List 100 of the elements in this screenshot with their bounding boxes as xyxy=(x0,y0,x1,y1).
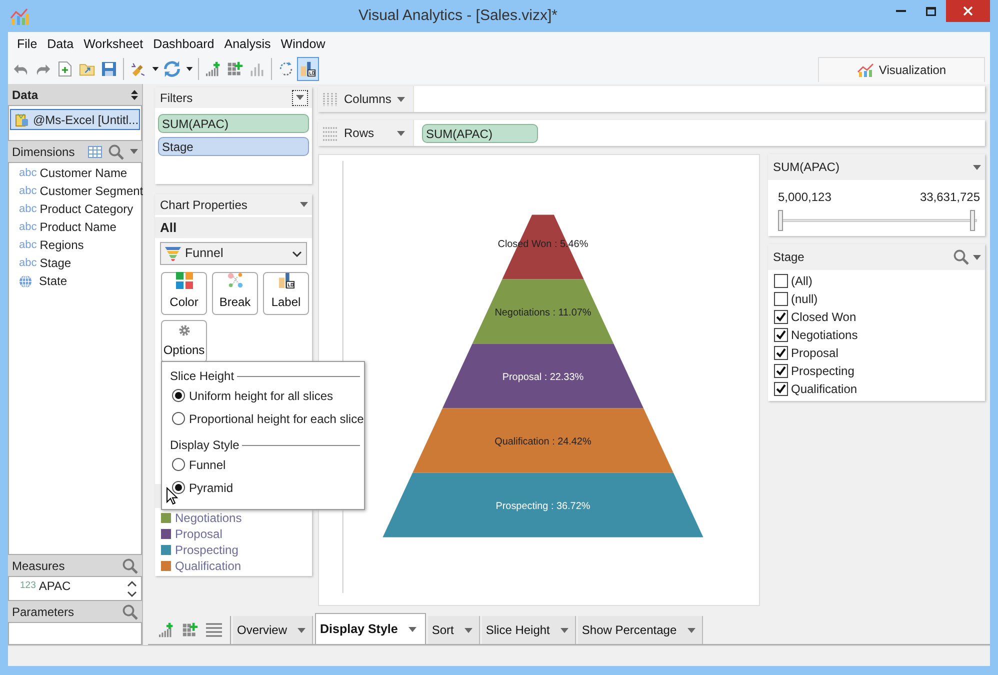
menu-item[interactable]: File xyxy=(12,35,42,54)
spreadsheet-file-icon[interactable] xyxy=(15,112,29,126)
menu-item[interactable]: Window xyxy=(276,35,330,54)
dimension-item[interactable]: abc Customer Name xyxy=(9,164,141,182)
scroll-down-icon[interactable] xyxy=(127,590,137,596)
legend-label: Qualification xyxy=(175,558,242,575)
dimension-item[interactable]: abc Product Category xyxy=(9,200,141,218)
add-grid-icon[interactable] xyxy=(227,61,243,77)
sheet-tab[interactable]: Slice Height xyxy=(482,616,576,644)
maximize-icon[interactable] xyxy=(926,6,936,16)
scope-label: All xyxy=(155,217,312,238)
color-squares-icon[interactable] xyxy=(176,272,192,289)
panel-title: SUM(APAC) xyxy=(773,159,840,176)
scroll-up-icon[interactable] xyxy=(127,580,137,586)
sheet-tab[interactable]: Sort xyxy=(428,616,480,644)
color-button[interactable]: Color xyxy=(161,272,207,315)
add-chart-icon[interactable] xyxy=(158,622,174,638)
save-icon[interactable] xyxy=(101,61,117,77)
sheet-tab[interactable]: Overview xyxy=(233,616,314,644)
radio-button[interactable] xyxy=(172,412,185,425)
pointer-cursor-icon xyxy=(166,487,178,505)
label-button[interactable]: Label xyxy=(263,272,309,315)
checkbox-label: (All) xyxy=(791,273,812,290)
scatter-dots-icon[interactable] xyxy=(226,272,244,289)
checkbox[interactable] xyxy=(774,346,788,360)
window-title: Visual Analytics - [Sales.vizx]* xyxy=(358,6,558,26)
visualization-tab[interactable]: Visualization xyxy=(818,57,985,82)
dimension-item[interactable]: State xyxy=(9,272,141,290)
close-icon[interactable] xyxy=(963,6,973,16)
dimension-name: Customer Name xyxy=(40,165,128,182)
legend-label: Negotiations xyxy=(175,510,242,527)
dimension-item[interactable]: abc Customer Segment xyxy=(9,182,141,200)
menu-item[interactable]: Data xyxy=(42,35,79,54)
search-icon[interactable] xyxy=(122,558,138,574)
dimension-item[interactable]: abc Product Name xyxy=(9,218,141,236)
checkbox-label: Qualification xyxy=(791,381,858,398)
shelf-pill[interactable]: SUM(APAC) xyxy=(422,124,538,143)
columns-icon xyxy=(322,91,338,107)
slider-thumb[interactable] xyxy=(778,210,783,231)
dashed-refresh-icon[interactable] xyxy=(278,61,294,77)
menu-item[interactable]: Dashboard xyxy=(148,35,220,54)
radio-button[interactable] xyxy=(172,458,185,471)
type-label: 123 xyxy=(20,578,36,593)
menu-item[interactable]: Worksheet xyxy=(78,35,148,54)
chart-type-select[interactable]: Funnel xyxy=(160,242,307,265)
dimension-item[interactable]: abc Regions xyxy=(9,236,141,254)
checkbox[interactable] xyxy=(774,382,788,396)
checkbox[interactable] xyxy=(774,328,788,342)
checkbox-label: Proposal xyxy=(791,345,838,362)
search-icon[interactable] xyxy=(122,604,138,620)
panel-title: Chart Properties xyxy=(160,196,248,214)
close-button[interactable] xyxy=(946,0,990,22)
checkbox-label: Negotiations xyxy=(791,327,858,344)
open-folder-icon[interactable] xyxy=(79,61,95,77)
panel-title: Dimensions xyxy=(12,144,76,160)
slider-thumb[interactable] xyxy=(970,210,975,231)
minimize-icon[interactable] xyxy=(896,10,906,12)
data-source-item[interactable]: @Ms-Excel [Untitl... xyxy=(10,109,140,130)
new-file-icon[interactable] xyxy=(57,61,73,77)
filter-pill[interactable]: Stage xyxy=(158,137,309,156)
checkbox[interactable] xyxy=(774,364,788,378)
type-label: abc xyxy=(19,184,37,199)
checkbox[interactable] xyxy=(774,274,788,288)
slice-label: Prospecting : 36.72% xyxy=(496,501,590,512)
options-button[interactable]: Options xyxy=(161,320,207,363)
dimension-name: Customer Segment xyxy=(40,183,144,200)
break-button[interactable]: Break xyxy=(212,272,258,315)
shelf-label: Columns xyxy=(344,91,392,108)
label-chart-icon[interactable] xyxy=(300,61,316,77)
add-chart-icon[interactable] xyxy=(205,61,221,77)
toolbar-button[interactable] xyxy=(297,57,319,81)
menu-item[interactable]: Analysis xyxy=(219,35,276,54)
radio-label: Uniform height for all slices xyxy=(189,388,334,404)
panel-title: Measures xyxy=(12,558,66,574)
add-grid-icon[interactable] xyxy=(182,622,198,638)
chart-logo-icon[interactable] xyxy=(856,63,875,77)
funnel-icon[interactable] xyxy=(165,246,181,260)
table-icon[interactable] xyxy=(88,146,102,158)
gear-icon[interactable] xyxy=(178,324,190,337)
dimension-name: Regions xyxy=(40,237,84,254)
rows-icon xyxy=(322,125,338,141)
search-icon[interactable] xyxy=(108,144,124,160)
checkbox[interactable] xyxy=(774,310,788,324)
list-icon[interactable] xyxy=(206,623,222,637)
checkbox[interactable] xyxy=(774,292,788,306)
sheet-tab[interactable]: Display Style xyxy=(315,613,426,644)
radio-button[interactable] xyxy=(172,481,185,494)
caret-icon[interactable] xyxy=(152,67,158,71)
plug-icon[interactable] xyxy=(130,61,146,77)
filter-pill[interactable]: SUM(APAC) xyxy=(158,114,309,133)
sheet-tab[interactable]: Show Percentage xyxy=(578,616,703,644)
dimension-item[interactable]: abc Stage xyxy=(9,254,141,272)
caret-icon[interactable] xyxy=(186,67,192,71)
label-chart-icon[interactable] xyxy=(278,272,294,289)
radio-button[interactable] xyxy=(172,389,185,402)
dropdown-button[interactable] xyxy=(292,90,308,106)
search-icon[interactable] xyxy=(953,249,969,265)
chevron-down-icon[interactable] xyxy=(292,250,302,256)
radio-label: Pyramid xyxy=(189,480,234,496)
sort-icon[interactable] xyxy=(131,90,138,100)
